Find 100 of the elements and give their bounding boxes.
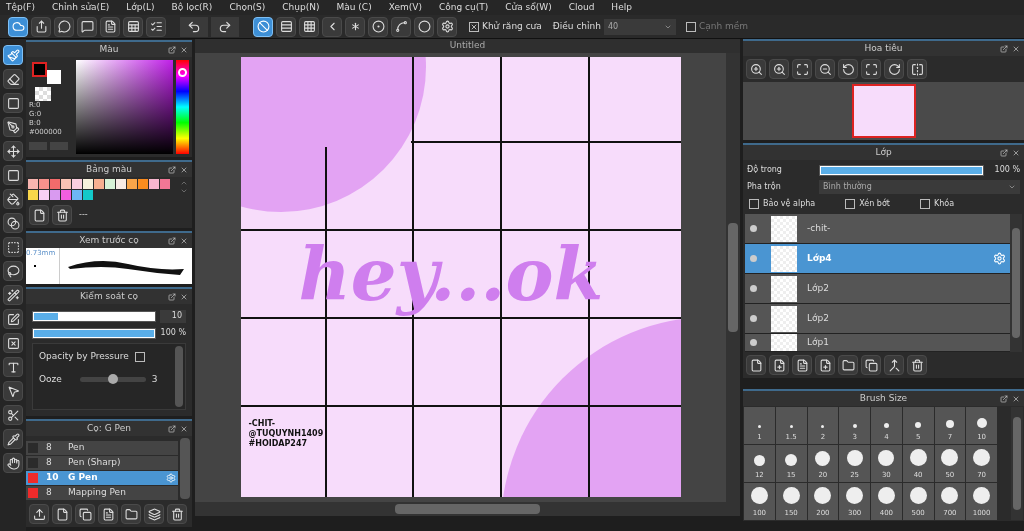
delete-icon[interactable] <box>167 504 187 524</box>
share-icon[interactable] <box>31 16 51 37</box>
new-layer-icon[interactable] <box>746 355 766 375</box>
duplicate-icon[interactable] <box>861 355 881 375</box>
layer-row[interactable]: -chit- <box>745 214 1010 244</box>
rotate-left-icon[interactable] <box>838 59 858 79</box>
scrollbar[interactable] <box>180 438 190 499</box>
brush-list-item[interactable]: 8 Mapping Pen <box>26 486 178 501</box>
delete-icon[interactable] <box>907 355 927 375</box>
rows-icon[interactable] <box>276 16 296 37</box>
popout-icon[interactable] <box>168 45 176 54</box>
foreground-swatch[interactable] <box>32 62 47 77</box>
color-swatch[interactable] <box>116 179 126 189</box>
color-swatch[interactable] <box>83 179 93 189</box>
transparent-swatch[interactable] <box>35 87 51 101</box>
color-swatch[interactable] <box>72 179 82 189</box>
scrollbar[interactable] <box>1010 214 1022 352</box>
asterisk-icon[interactable] <box>345 16 365 37</box>
horizontal-scrollbar[interactable] <box>195 502 740 516</box>
color-swatch[interactable] <box>39 190 49 200</box>
eraser-icon[interactable] <box>3 69 23 89</box>
move-icon[interactable] <box>3 141 23 161</box>
checklist-icon[interactable] <box>146 16 166 37</box>
color-swatch[interactable] <box>160 179 170 189</box>
document-icon[interactable] <box>100 16 120 37</box>
magic-wand-icon[interactable] <box>3 285 23 305</box>
popout-icon[interactable] <box>1000 44 1008 53</box>
menu-item[interactable]: Help <box>611 0 632 15</box>
target-icon[interactable] <box>368 16 388 37</box>
color-swatch[interactable] <box>28 190 38 200</box>
popout-icon[interactable] <box>1000 394 1008 403</box>
layer-row[interactable]: Lớp2 <box>745 274 1010 304</box>
popout-icon[interactable] <box>1000 148 1008 157</box>
close-icon[interactable] <box>180 424 188 433</box>
lasso-icon[interactable] <box>3 261 23 281</box>
checkbox[interactable] <box>919 199 930 209</box>
color-swatch[interactable] <box>138 179 148 189</box>
zoom-reset-icon[interactable] <box>746 59 766 79</box>
blend-icon[interactable] <box>3 213 23 233</box>
duplicate-icon[interactable] <box>144 504 164 524</box>
grid-icon[interactable] <box>299 16 319 37</box>
merge-icon[interactable] <box>884 355 904 375</box>
navigator-thumbnail[interactable] <box>851 84 916 138</box>
scroll-down-icon[interactable] <box>180 187 188 195</box>
brush-list-item[interactable]: 10 G Pen <box>26 471 178 486</box>
close-icon[interactable] <box>1012 44 1020 53</box>
chevron-icon[interactable] <box>322 16 342 37</box>
eyedropper-icon[interactable] <box>3 429 23 449</box>
scroll-up-icon[interactable] <box>180 179 188 187</box>
ooze-slider[interactable] <box>79 376 146 382</box>
vertical-scrollbar[interactable] <box>726 53 740 502</box>
undo-button[interactable] <box>180 16 208 37</box>
checkbox[interactable] <box>845 199 856 209</box>
rotate-right-icon[interactable] <box>884 59 904 79</box>
close-icon[interactable] <box>180 236 188 245</box>
close-icon[interactable] <box>180 45 188 54</box>
brush-list-item[interactable]: 8 Pen (Sharp) <box>26 456 178 471</box>
popout-icon[interactable] <box>168 236 176 245</box>
redo-button[interactable] <box>211 16 239 37</box>
hue-slider[interactable] <box>176 60 189 154</box>
background-swatch[interactable] <box>47 70 61 84</box>
pen-square-icon[interactable] <box>3 309 23 329</box>
color-swatch[interactable] <box>61 190 71 200</box>
settings-icon[interactable] <box>437 16 457 37</box>
color-swatch[interactable] <box>127 179 137 189</box>
layer-row[interactable]: Lớp4 <box>745 244 1010 274</box>
menu-item[interactable]: Xem(V) <box>388 0 422 15</box>
close-icon[interactable] <box>180 165 188 174</box>
popout-icon[interactable] <box>168 165 176 174</box>
checkbox[interactable] <box>134 351 145 362</box>
scissors-icon[interactable] <box>3 405 23 425</box>
layer-row[interactable]: Lớp2 <box>745 304 1010 334</box>
fit-screen-icon[interactable] <box>861 59 881 79</box>
sheet-icon[interactable] <box>123 16 143 37</box>
close-icon[interactable] <box>1012 148 1020 157</box>
popout-icon[interactable] <box>168 424 176 433</box>
zoom-out-icon[interactable] <box>815 59 835 79</box>
dashed-square-icon[interactable] <box>3 237 23 257</box>
color-swatch[interactable] <box>50 190 60 200</box>
document-tab[interactable]: Untitled <box>449 39 486 53</box>
new-brush-icon[interactable] <box>52 504 72 524</box>
menu-item[interactable]: Tệp(F) <box>6 0 35 15</box>
menu-item[interactable]: Công cụ(T) <box>438 0 489 15</box>
size-field[interactable]: 10 <box>160 310 186 323</box>
color-swatch[interactable] <box>149 179 159 189</box>
menu-item[interactable]: Màu (C) <box>336 0 372 15</box>
new-palette-icon[interactable] <box>29 205 49 225</box>
zoom-in-icon[interactable] <box>769 59 789 79</box>
color-swatch[interactable] <box>72 190 82 200</box>
color-swatch[interactable] <box>28 179 38 189</box>
copy-icon[interactable] <box>75 504 95 524</box>
menu-item[interactable]: Chụp(N) <box>282 0 320 15</box>
speech-bubble-icon[interactable] <box>54 16 74 37</box>
fit-icon[interactable] <box>792 59 812 79</box>
saturation-picker[interactable] <box>76 60 173 154</box>
cloud-icon[interactable] <box>8 16 28 37</box>
folder-icon[interactable] <box>838 355 858 375</box>
brush-list-item[interactable]: 8 Pen <box>26 441 178 456</box>
square-icon[interactable] <box>3 93 23 113</box>
menu-item[interactable]: Bộ lọc(R) <box>171 0 213 15</box>
